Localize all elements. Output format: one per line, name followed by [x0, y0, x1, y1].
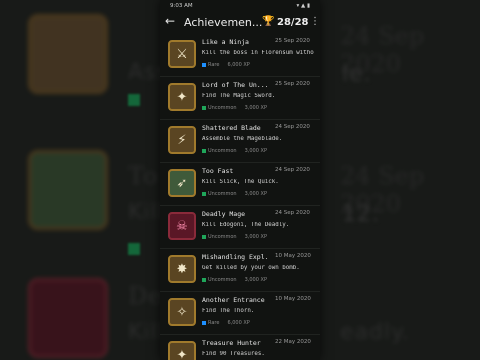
more-vert-icon[interactable]: ⋮	[310, 16, 320, 27]
icon-glyph: ➶	[176, 175, 188, 191]
achievement-date: 10 May 2020	[275, 253, 311, 259]
achievement-meta: Uncommon 3,000 XP	[202, 148, 267, 156]
achievement-item[interactable]: ✸ Mishandling Expl... 10 May 2020 Get kille…	[160, 249, 320, 292]
achievement-item[interactable]: ⚡ Shattered Blade 24 Sep 2020 Assemble the …	[160, 120, 320, 163]
achievement-item[interactable]: ☠ Deadly Mage 24 Sep 2020 Kill Edogoni, The…	[160, 206, 320, 249]
signal-icon: ▾ ▲ ▮	[296, 3, 310, 9]
achievement-description: Kill the boss in Florensum witho...	[202, 50, 314, 56]
achievement-meta: Uncommon 3,000 XP	[202, 234, 267, 242]
achievement-meta: Rare 6,000 XP	[202, 320, 250, 328]
phone-screen: 9:03 AM ▾ ▲ ▮ ← Achievemen... 🏆 28/28 ⋮ …	[160, 0, 320, 360]
achievement-meta: Uncommon 3,000 XP	[202, 277, 267, 285]
rarity-label: Uncommon	[208, 234, 237, 240]
achievement-name: Like a Ninja	[202, 38, 249, 46]
thorn-icon: ✧	[168, 298, 196, 326]
achievement-description: Get killed by your own bomb.	[202, 265, 300, 271]
achievement-meta: Uncommon 3,000 XP	[202, 191, 267, 199]
status-time: 9:03 AM	[170, 3, 193, 9]
rarity-square-icon	[202, 234, 206, 239]
achievement-meta: Uncommon 3,000 XP	[202, 105, 267, 113]
achievement-description: Assemble the Mageblade.	[202, 136, 283, 142]
icon-glyph: ✧	[176, 304, 188, 320]
rarity-square-icon	[202, 62, 206, 67]
achievement-name: Mishandling Expl...	[202, 253, 268, 261]
achievement-name: Shattered Blade	[202, 124, 261, 132]
xp-value: 3,000 XP	[244, 234, 267, 240]
trophy-icon: 🏆	[262, 16, 275, 27]
achievement-description: Kill Edogoni, The Deadly.	[202, 222, 290, 228]
xp-value: 3,000 XP	[244, 277, 267, 283]
xp-value: 3,000 XP	[244, 148, 267, 154]
achievement-name: Treasure Hunter	[202, 339, 261, 347]
broken-blade-icon: ⚡	[168, 126, 196, 154]
achievement-date: 24 Sep 2020	[275, 210, 310, 216]
achievement-description: Find 90 Treasures.	[202, 351, 265, 357]
achievement-date: 24 Sep 2020	[275, 167, 310, 173]
achievement-item[interactable]: ✧ Another Entrance 10 May 2020 Find The Tho…	[160, 292, 320, 335]
rarity-square-icon	[202, 277, 206, 282]
achievement-date: 24 Sep 2020	[275, 124, 310, 130]
icon-glyph: ☠	[176, 218, 188, 234]
page-title: Achievemen...	[184, 16, 263, 29]
achievement-description: Kill Slick, The Quick.	[202, 179, 279, 185]
achievement-date: 25 Sep 2020	[275, 38, 310, 44]
achievement-name: Another Entrance	[202, 296, 265, 304]
achievement-name: Deadly Mage	[202, 210, 246, 218]
xp-value: 6,000 XP	[227, 62, 250, 68]
achievement-date: 22 May 2020	[275, 339, 311, 345]
icon-glyph: ✦	[176, 347, 188, 360]
speed-blade-icon: ➶	[168, 169, 196, 197]
icon-glyph: ⚡	[177, 132, 187, 148]
icon-glyph: ✦	[176, 89, 188, 105]
achievement-name: Lord of The Un...	[202, 81, 268, 89]
achievement-date: 25 Sep 2020	[275, 81, 310, 87]
rarity-label: Uncommon	[208, 105, 237, 111]
achievement-list: ⚔ Like a Ninja 25 Sep 2020 Kill the boss in…	[160, 34, 320, 360]
status-bar: 9:03 AM ▾ ▲ ▮	[160, 0, 320, 12]
treasure-icon: ✦	[168, 341, 196, 360]
rarity-label: Rare	[208, 62, 220, 68]
achievement-date: 10 May 2020	[275, 296, 311, 302]
magic-sword-icon: ✦	[168, 83, 196, 111]
arrow-back-icon[interactable]: ←	[165, 14, 175, 28]
bomb-icon: ✸	[168, 255, 196, 283]
achievement-item[interactable]: ➶ Too Fast 24 Sep 2020 Kill Slick, The Quic…	[160, 163, 320, 206]
achievement-description: Find The Magic Sword.	[202, 93, 276, 99]
achievement-item[interactable]: ⚔ Like a Ninja 25 Sep 2020 Kill the boss in…	[160, 34, 320, 77]
skull-icon: ☠	[168, 212, 196, 240]
icon-glyph: ⚔	[176, 46, 188, 62]
achievement-meta: Rare 6,000 XP	[202, 62, 250, 70]
rarity-label: Uncommon	[208, 277, 237, 283]
rarity-label: Uncommon	[208, 191, 237, 197]
rarity-square-icon	[202, 105, 206, 110]
achievement-count: 28/28	[277, 17, 309, 28]
achievement-item[interactable]: ✦ Lord of The Un... 25 Sep 2020 Find The Ma…	[160, 77, 320, 120]
achievement-item[interactable]: ✦ Treasure Hunter 22 May 2020 Find 90 Treas…	[160, 335, 320, 360]
rarity-square-icon	[202, 191, 206, 196]
achievement-description: Find The Thorn.	[202, 308, 255, 314]
rarity-label: Rare	[208, 320, 220, 326]
xp-value: 3,000 XP	[244, 105, 267, 111]
icon-glyph: ✸	[176, 261, 188, 277]
rarity-square-icon	[202, 320, 206, 325]
rarity-square-icon	[202, 148, 206, 153]
rarity-label: Uncommon	[208, 148, 237, 154]
achievement-name: Too Fast	[202, 167, 234, 175]
app-bar: ← Achievemen... 🏆 28/28 ⋮	[160, 12, 320, 36]
xp-value: 6,000 XP	[227, 320, 250, 326]
xp-value: 3,000 XP	[244, 191, 267, 197]
ninja-sword-icon: ⚔	[168, 40, 196, 68]
